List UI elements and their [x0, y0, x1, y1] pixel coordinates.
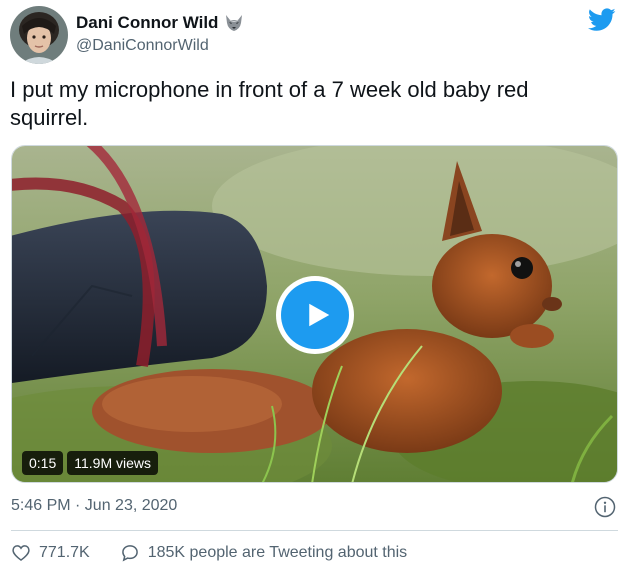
tweeting-about-text: 185K people are Tweeting about this: [147, 544, 408, 561]
display-name[interactable]: Dani Connor Wild: [76, 13, 218, 33]
video-player[interactable]: 0:15 11.9M views: [11, 145, 618, 483]
wolf-icon: [224, 14, 244, 32]
tweet-header: Dani Connor Wild @DaniConnorWild: [10, 6, 620, 64]
play-icon: [281, 281, 349, 349]
video-duration: 0:15: [22, 451, 64, 475]
like-button[interactable]: 771.7K: [11, 543, 90, 563]
tweet-text: I put my microphone in front of a 7 week…: [10, 77, 529, 130]
like-count: 771.7K: [39, 544, 90, 561]
divider: [11, 530, 618, 531]
twitter-bird-icon[interactable]: [587, 8, 616, 32]
author-handle[interactable]: @DaniConnorWild: [76, 37, 209, 55]
play-button[interactable]: [276, 276, 354, 354]
video-views: 11.9M views: [67, 451, 159, 475]
speech-bubble-icon: [121, 545, 138, 562]
tweeting-about-button[interactable]: 185K people are Tweeting about this: [120, 543, 407, 563]
heart-icon: [12, 545, 30, 562]
tweet-actions: 771.7K 185K people are Tweeting about th…: [11, 543, 407, 563]
video-badges: 0:15 11.9M views: [22, 451, 159, 475]
tweet-timestamp[interactable]: 5:46 PM · Jun 23, 2020: [11, 497, 177, 515]
info-icon[interactable]: [594, 496, 616, 518]
avatar[interactable]: [10, 6, 68, 64]
